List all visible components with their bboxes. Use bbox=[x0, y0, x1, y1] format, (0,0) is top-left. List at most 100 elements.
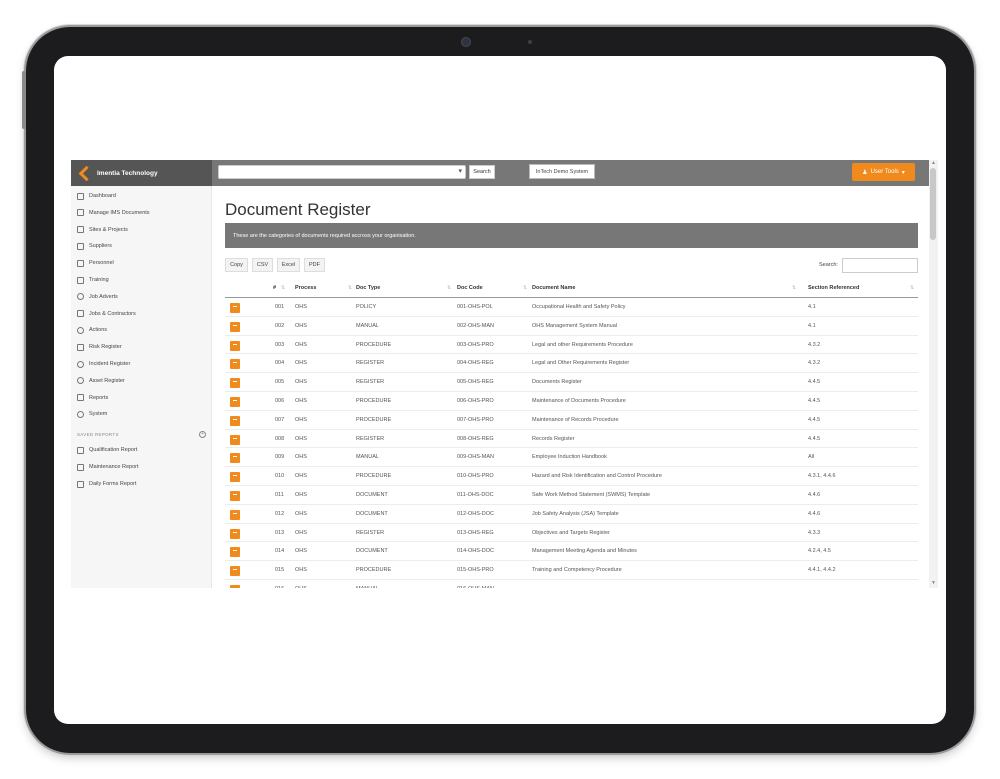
row-doc-type: REGISTER bbox=[356, 529, 385, 536]
table-row[interactable]: 002 OHS MANUAL 002-OHS-MAN OHS Management Sy… bbox=[225, 317, 918, 336]
sidebar-item-dashboard[interactable]: Dashboard bbox=[77, 190, 116, 202]
sidebar-item-incident-register[interactable]: Incident Register bbox=[77, 358, 130, 370]
sort-icon[interactable]: ⇅ bbox=[792, 285, 796, 291]
copy-button[interactable]: Copy bbox=[225, 258, 248, 272]
table-row[interactable]: 007 OHS PROCEDURE 007-OHS-PRO Maintenance of… bbox=[225, 411, 918, 430]
sidebar-item-label: Asset Register bbox=[89, 377, 125, 384]
edit-icon[interactable] bbox=[230, 453, 240, 464]
sort-icon[interactable]: ⇅ bbox=[447, 285, 451, 291]
saved-report-maintenance-report[interactable]: Maintenance Report bbox=[77, 461, 139, 473]
user-tools-button[interactable]: ♟ User Tools ▾ bbox=[852, 163, 915, 181]
scroll-down-icon[interactable]: ▼ bbox=[931, 580, 936, 586]
sidebar: Dashboard Manage IMS Documents Sites & Pro… bbox=[71, 186, 212, 588]
table-row[interactable]: 005 OHS REGISTER 005-OHS-REG Documents Regis… bbox=[225, 373, 918, 392]
row-process: OHS bbox=[295, 416, 307, 423]
table-row[interactable]: 012 OHS DOCUMENT 012-OHS-DOC Job Safety Anal… bbox=[225, 505, 918, 524]
sort-icon[interactable]: ⇅ bbox=[910, 285, 914, 291]
sidebar-item-system[interactable]: System bbox=[77, 408, 107, 420]
scrollbar[interactable]: ▲ ▼ bbox=[929, 160, 938, 588]
system-name-badge[interactable]: InTech Demo System bbox=[529, 164, 595, 179]
table-search-input[interactable] bbox=[842, 258, 918, 273]
sidebar-item-training[interactable]: Training bbox=[77, 274, 109, 286]
sidebar-item-sites-projects[interactable]: Sites & Projects bbox=[77, 224, 128, 236]
table-row[interactable]: 003 OHS PROCEDURE 003-OHS-PRO Legal and othe… bbox=[225, 336, 918, 355]
edit-icon[interactable] bbox=[230, 396, 240, 407]
sidebar-item-suppliers[interactable]: Suppliers bbox=[77, 240, 112, 252]
table-row[interactable]: 011 OHS DOCUMENT 011-OHS-DOC Safe Work Metho… bbox=[225, 486, 918, 505]
table-row[interactable]: 014 OHS DOCUMENT 014-OHS-DOC Management Meet… bbox=[225, 542, 918, 562]
scrollbar-thumb[interactable] bbox=[930, 168, 936, 240]
edit-icon[interactable] bbox=[230, 434, 240, 445]
table-row[interactable]: 016 OHS MANUAL 016-OHS-MAN bbox=[225, 580, 918, 588]
row-section-referenced: 4.1 bbox=[808, 304, 816, 310]
edit-icon[interactable] bbox=[230, 359, 240, 370]
excel-button[interactable]: Excel bbox=[277, 258, 300, 272]
table-row[interactable]: 015 OHS PROCEDURE 015-OHS-PRO Training and C… bbox=[225, 561, 918, 580]
search-button[interactable]: Search bbox=[469, 165, 495, 179]
edit-icon[interactable] bbox=[230, 490, 240, 501]
edit-icon[interactable] bbox=[230, 303, 240, 313]
sidebar-item-manage-ims-documents[interactable]: Manage IMS Documents bbox=[77, 207, 150, 219]
report-icon bbox=[77, 394, 84, 402]
edit-icon[interactable] bbox=[230, 547, 240, 558]
saved-report-daily-forms-report[interactable]: Daily Forms Report bbox=[77, 478, 136, 490]
pdf-button[interactable]: PDF bbox=[304, 258, 325, 272]
row-document-name: Maintenance of Records Procedure bbox=[532, 416, 619, 423]
scroll-up-icon[interactable]: ▲ bbox=[931, 160, 936, 166]
row-process: OHS bbox=[295, 586, 307, 588]
row-process: OHS bbox=[295, 360, 307, 367]
sidebar-item-label: Dashboard bbox=[89, 193, 116, 199]
sidebar-item-risk-register[interactable]: Risk Register bbox=[77, 341, 122, 353]
row-doc-code: 013-OHS-REG bbox=[457, 529, 494, 536]
table-row[interactable]: 013 OHS REGISTER 013-OHS-REG Objectives and … bbox=[225, 524, 918, 543]
edit-icon[interactable] bbox=[230, 528, 240, 539]
row-doc-code: 011-OHS-DOC bbox=[457, 491, 494, 498]
table-row[interactable]: 010 OHS PROCEDURE 010-OHS-PRO Hazard and Ris… bbox=[225, 467, 918, 486]
row-document-name: Documents Register bbox=[532, 379, 582, 386]
table-row[interactable]: 006 OHS PROCEDURE 006-OHS-PRO Maintenance of… bbox=[225, 392, 918, 411]
column-header-number[interactable]: # bbox=[273, 285, 276, 291]
table-row[interactable]: 001 OHS POLICY 001-OHS-POL Occupational Heal… bbox=[225, 298, 918, 317]
sidebar-item-job-adverts[interactable]: Job Adverts bbox=[77, 291, 118, 303]
row-section-referenced: 4.3.2 bbox=[808, 341, 821, 348]
edit-icon[interactable] bbox=[230, 340, 240, 351]
saved-report-label: Qualification Report bbox=[89, 447, 138, 453]
brand[interactable]: Imentia Technology bbox=[71, 160, 212, 186]
add-report-icon[interactable]: + bbox=[199, 431, 206, 438]
edit-icon[interactable] bbox=[230, 566, 240, 577]
row-number: 004 bbox=[275, 360, 285, 367]
row-document-name: Occupational Health and Safety Policy bbox=[532, 304, 626, 310]
sidebar-item-personnel[interactable]: Personnel bbox=[77, 257, 114, 269]
column-header-document-name[interactable]: Document Name bbox=[532, 285, 575, 291]
document-table: # ⇅ Process ⇅ Doc Type ⇅ Doc Code ⇅ Docu… bbox=[225, 280, 918, 588]
table-row[interactable]: 009 OHS MANUAL 009-OHS-MAN Employee Inductio… bbox=[225, 448, 918, 468]
row-doc-code: 014-OHS-DOC bbox=[457, 548, 494, 555]
sort-icon[interactable]: ⇅ bbox=[348, 285, 352, 291]
edit-icon[interactable] bbox=[230, 415, 240, 426]
sidebar-item-actions[interactable]: Actions bbox=[77, 324, 107, 336]
edit-icon[interactable] bbox=[230, 584, 240, 588]
row-process: OHS bbox=[295, 341, 307, 348]
sidebar-item-label: Incident Register bbox=[89, 361, 131, 367]
table-row[interactable]: 004 OHS REGISTER 004-OHS-REG Legal and Other… bbox=[225, 354, 918, 374]
column-header-section-referenced[interactable]: Section Referenced bbox=[808, 285, 859, 291]
sort-icon[interactable]: ⇅ bbox=[281, 285, 285, 291]
column-header-doc-type[interactable]: Doc Type bbox=[356, 285, 380, 291]
sidebar-item-label: Suppliers bbox=[89, 243, 112, 250]
sidebar-item-reports[interactable]: Reports bbox=[77, 392, 108, 404]
column-header-process[interactable]: Process bbox=[295, 285, 316, 291]
table-row[interactable]: 008 OHS REGISTER 008-OHS-REG Records Registe… bbox=[225, 430, 918, 449]
row-number: 012 bbox=[275, 510, 285, 517]
saved-report-qualification-report[interactable]: Qualification Report bbox=[77, 444, 137, 456]
edit-icon[interactable] bbox=[230, 472, 240, 483]
edit-icon[interactable] bbox=[230, 509, 240, 520]
global-search-select[interactable]: ▾ bbox=[218, 165, 466, 179]
edit-icon[interactable] bbox=[230, 378, 240, 389]
column-header-doc-code[interactable]: Doc Code bbox=[457, 285, 483, 291]
sidebar-item-asset-register[interactable]: Asset Register bbox=[77, 375, 125, 387]
csv-button[interactable]: CSV bbox=[252, 258, 273, 272]
sidebar-item-jobs-contractors[interactable]: Jobs & Contractors bbox=[77, 308, 136, 320]
row-number: 003 bbox=[275, 341, 285, 348]
sort-icon[interactable]: ⇅ bbox=[523, 285, 527, 291]
edit-icon[interactable] bbox=[230, 321, 240, 332]
